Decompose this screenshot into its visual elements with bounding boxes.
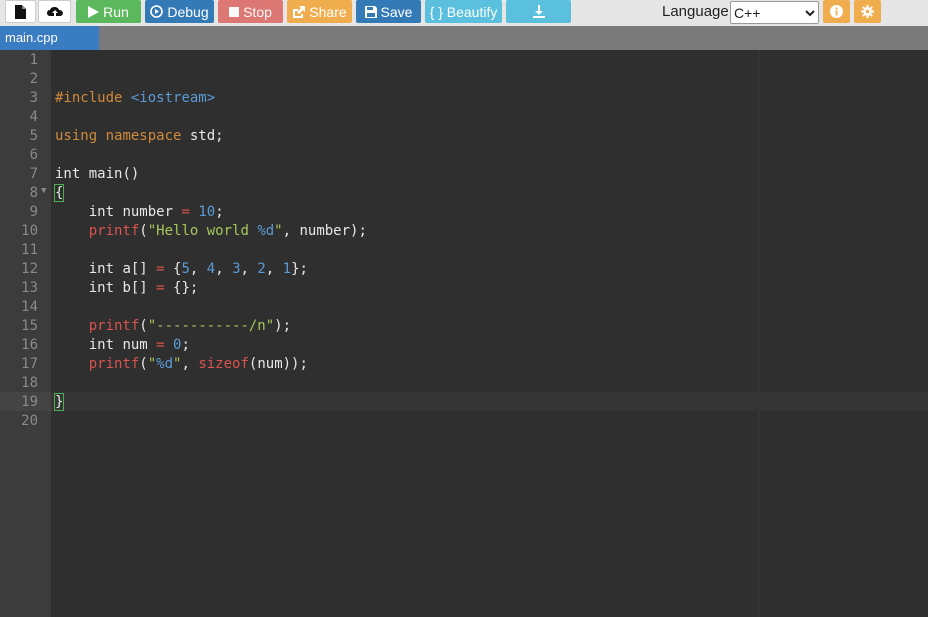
stop-icon (229, 6, 240, 17)
debug-icon (150, 5, 164, 18)
language-select[interactable]: C++ (730, 1, 819, 24)
line-number: 14 (21, 299, 38, 315)
line-number: 7 (29, 166, 38, 182)
code-line: #include <iostream> (55, 90, 216, 106)
stop-button[interactable]: Stop (218, 0, 283, 23)
chevron-down-icon (805, 10, 815, 17)
beautify-button[interactable]: { } Beautify (425, 0, 502, 23)
code-line: ​ (55, 108, 367, 127)
code-line: ​ (55, 298, 367, 317)
settings-button[interactable] (854, 0, 881, 23)
share-icon (293, 5, 306, 18)
code-line: ​ (55, 70, 367, 89)
line-number: 11 (21, 242, 38, 258)
code-line: printf("%d", sizeof(num)); (88, 356, 308, 372)
code-line: int b[] = {}; (88, 280, 199, 296)
line-number: 12 (21, 261, 38, 277)
line-number: 10 (21, 223, 38, 239)
line-number: 17 (21, 356, 38, 372)
code-line: ​ (55, 374, 367, 393)
save-button[interactable]: Save (356, 0, 421, 23)
tab-main-cpp[interactable]: main.cpp (0, 26, 99, 50)
new-file-button[interactable] (5, 0, 36, 23)
upload-button[interactable] (38, 0, 71, 23)
save-label: Save (380, 3, 413, 20)
line-number: 5 (29, 128, 38, 144)
code-line: int number = 10; (88, 204, 224, 220)
stop-label: Stop (243, 3, 272, 20)
beautify-label: { } Beautify (429, 3, 498, 20)
code-line: ​ (55, 241, 367, 260)
line-number: 6 (29, 147, 38, 163)
download-button[interactable] (506, 0, 571, 23)
floppy-icon (364, 5, 377, 18)
gear-icon (861, 5, 874, 18)
line-number: 19 (21, 394, 38, 410)
cloud-upload-icon (46, 6, 63, 17)
line-number: 16 (21, 337, 38, 353)
line-number: 9 (29, 204, 38, 220)
line-number: 3 (29, 90, 38, 106)
share-button[interactable]: Share (287, 0, 352, 23)
file-icon (15, 4, 26, 19)
print-margin (758, 50, 759, 617)
share-label: Share (309, 3, 347, 20)
play-icon (88, 5, 100, 18)
language-label: Language (662, 3, 729, 20)
line-number: 15 (21, 318, 38, 334)
code-line: int a[] = {5, 4, 3, 2, 1}; (88, 261, 308, 277)
info-icon (830, 5, 843, 18)
toolbar: Run Debug Stop Share Save { } Beautify L… (0, 0, 928, 26)
run-button[interactable]: Run (76, 0, 141, 23)
line-number: 2 (29, 71, 38, 87)
download-icon (532, 5, 545, 18)
line-number: 8 (29, 185, 38, 201)
line-number: 4 (29, 109, 38, 125)
code-line: { (53, 184, 65, 202)
code-lines: ​​#include <iostream>​using namespace st… (53, 51, 367, 431)
line-number: 13 (21, 280, 38, 296)
debug-button[interactable]: Debug (145, 0, 214, 23)
line-number: 20 (21, 413, 38, 429)
line-number: 18 (21, 375, 38, 391)
code-line: printf("-----------/n"); (88, 318, 292, 334)
code-line: int main() (55, 166, 140, 182)
code-line: ​ (55, 51, 367, 70)
code-line: int num = 0; (88, 337, 190, 353)
info-button[interactable] (823, 0, 850, 23)
language-value: C++ (734, 5, 761, 21)
code-line: ​ (55, 412, 367, 431)
code-line: } (53, 393, 65, 411)
debug-label: Debug (167, 3, 209, 20)
run-label: Run (103, 3, 129, 20)
code-line: using namespace std; (55, 128, 224, 144)
code-line: printf("Hello world %d", number); (88, 223, 367, 239)
fold-toggle-icon[interactable]: ▼ (41, 186, 46, 196)
code-line: ​ (55, 146, 367, 165)
tab-bar: main.cpp (0, 26, 928, 50)
line-numbers: 1 2 3 4 5 6 7 8 9 10 11 12 13 14 15 16 1… (0, 51, 38, 431)
line-number: 1 (29, 52, 38, 68)
